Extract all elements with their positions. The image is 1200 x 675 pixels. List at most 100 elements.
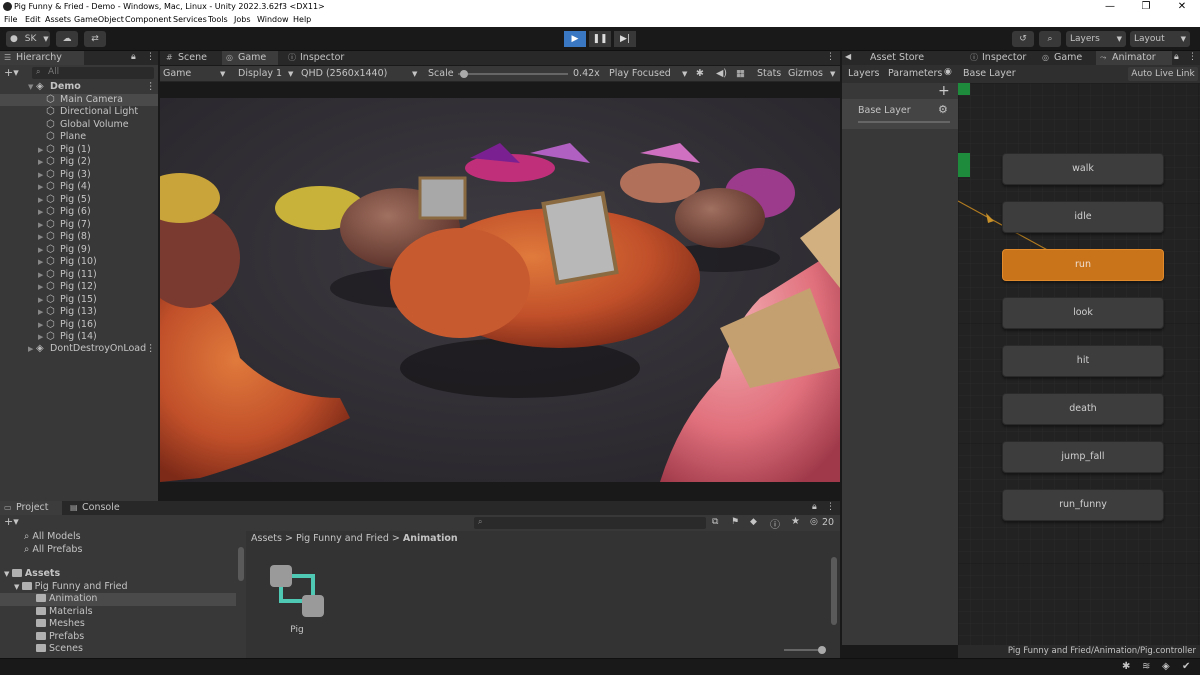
eye-icon[interactable]: ◉ [944, 67, 952, 77]
project-search-input[interactable]: ⌕ [474, 517, 706, 529]
more-icon[interactable]: ⋮ [146, 52, 155, 62]
state-walk[interactable]: walk [1002, 153, 1164, 185]
close-button[interactable]: ✕ [1164, 0, 1200, 14]
expand-arrow-icon[interactable]: ▶ [38, 181, 43, 194]
database-icon[interactable]: ≋ [1142, 661, 1150, 672]
expand-arrow-icon[interactable]: ▼ [28, 81, 33, 94]
collab-icon[interactable]: ⇄ [84, 31, 106, 47]
search-icon[interactable]: ⌕ [1039, 31, 1061, 47]
expand-arrow-icon[interactable]: ▶ [38, 231, 43, 244]
animator-breadcrumb[interactable]: Base Layer [963, 68, 1016, 79]
more-icon[interactable]: ⋮ [146, 343, 156, 356]
animator-parameters-tab[interactable]: Parameters [888, 68, 942, 79]
menu-assets[interactable]: Assets [45, 15, 71, 24]
hierarchy-item[interactable]: ▶ ⬡ Pig (1) [0, 144, 158, 157]
maximize-button[interactable]: ❐ [1128, 0, 1164, 14]
tab-hierarchy[interactable]: ☰ Hierarchy [0, 51, 84, 65]
game-viewport[interactable] [160, 98, 840, 482]
bug-icon[interactable]: ✱ [1122, 661, 1130, 672]
state-run[interactable]: run [1002, 249, 1164, 281]
tab-game-2[interactable]: ◎ Game [1038, 51, 1094, 65]
cloud-icon[interactable]: ☁ [56, 31, 78, 47]
tab-game[interactable]: ◎ Game [222, 51, 278, 65]
layers-dropdown[interactable]: Layers ▼ [1066, 31, 1126, 47]
expand-arrow-icon[interactable]: ▶ [38, 169, 43, 182]
expand-arrow-icon[interactable]: ▶ [38, 144, 43, 157]
hierarchy-item[interactable]: ▶ ⬡ Pig (15) [0, 294, 158, 307]
breadcrumb-animation[interactable]: Animation [403, 533, 458, 544]
tab-scene[interactable]: # Scene [162, 51, 220, 65]
filter-type-icon[interactable]: ⧉ [712, 517, 718, 527]
expand-arrow-icon[interactable]: ▶ [38, 206, 43, 219]
tag-icon[interactable]: ◆ [750, 517, 757, 527]
state-death[interactable]: death [1002, 393, 1164, 425]
asset-pig-controller[interactable]: Pig [266, 561, 328, 635]
display-dropdown[interactable]: Display 1 [238, 68, 282, 79]
check-icon[interactable]: ✔ [1182, 661, 1190, 672]
expand-arrow-icon[interactable]: ▶ [38, 194, 43, 207]
tree-materials[interactable]: Materials [36, 606, 93, 619]
hierarchy-item[interactable]: ▶ ⬡ Pig (2) [0, 156, 158, 169]
breadcrumb-pig-funny[interactable]: Pig Funny and Fried [296, 533, 389, 544]
stats-button[interactable]: Stats [757, 68, 781, 79]
more-icon[interactable]: ⋮ [826, 502, 835, 512]
hierarchy-item[interactable]: ⬡ Directional Light [0, 106, 158, 119]
expand-arrow-icon[interactable]: ▼ [4, 570, 12, 578]
expand-arrow-icon[interactable]: ▶ [38, 156, 43, 169]
favorite-all-prefabs[interactable]: ⌕ All Prefabs [24, 544, 82, 557]
hierarchy-item[interactable]: ⬡ Main Camera [0, 93, 158, 106]
asset-scrollbar[interactable] [831, 557, 837, 625]
add-icon[interactable]: +▾ [4, 66, 19, 79]
hierarchy-item[interactable]: ▶ ⬡ Pig (9) [0, 244, 158, 257]
visibility-icon[interactable]: ◎ [810, 517, 818, 527]
state-hit[interactable]: hit [1002, 345, 1164, 377]
minimize-button[interactable]: — [1092, 0, 1128, 14]
hierarchy-item[interactable]: ▶ ⬡ Pig (10) [0, 256, 158, 269]
more-icon[interactable]: ⋮ [1188, 52, 1197, 62]
menu-gameobject[interactable]: GameObject [74, 15, 124, 24]
expand-arrow-icon[interactable]: ▶ [28, 343, 33, 356]
history-icon[interactable]: ↺ [1012, 31, 1034, 47]
menu-help[interactable]: Help [293, 15, 311, 24]
expand-arrow-icon[interactable]: ▶ [38, 269, 43, 282]
hierarchy-dontdestroy-row[interactable]: ▶ ◈ DontDestroyOnLoad ⋮ [0, 343, 158, 356]
favorite-all-models[interactable]: ⌕ All Models [24, 531, 81, 544]
hierarchy-item[interactable]: ▶ ⬡ Pig (6) [0, 206, 158, 219]
any-state-node[interactable] [958, 83, 970, 95]
menu-tools[interactable]: Tools [208, 15, 228, 24]
hierarchy-item[interactable]: ▶ ⬡ Pig (5) [0, 194, 158, 207]
shortcuts-icon[interactable]: ▦ [736, 68, 745, 79]
entry-node[interactable] [958, 153, 970, 177]
hierarchy-item[interactable]: ▶ ⬡ Pig (4) [0, 181, 158, 194]
tree-animation[interactable]: Animation [0, 593, 236, 606]
scroll-left-icon[interactable]: ◀ [845, 52, 851, 61]
gizmos-button[interactable]: Gizmos [788, 68, 823, 79]
state-look[interactable]: look [1002, 297, 1164, 329]
tree-assets[interactable]: ▼ Assets [4, 568, 60, 581]
step-button[interactable]: ▶| [614, 31, 636, 47]
tree-prefabs[interactable]: Prefabs [36, 631, 84, 644]
expand-arrow-icon[interactable]: ▶ [38, 219, 43, 232]
more-icon[interactable]: ⋮ [826, 52, 835, 62]
scale-slider[interactable] [458, 70, 568, 78]
tab-asset-store-validator[interactable]: Asset Store Validator [854, 51, 964, 77]
breadcrumb-assets[interactable]: Assets [251, 533, 282, 544]
animator-layers-tab[interactable]: Layers [848, 68, 879, 79]
hierarchy-scene-row[interactable]: ▼ ◈ Demo ⋮ [0, 81, 158, 94]
tab-console[interactable]: ▤ Console [66, 501, 128, 515]
hierarchy-item[interactable]: ▶ ⬡ Pig (7) [0, 219, 158, 232]
gear-icon[interactable]: ⚙ [938, 103, 948, 116]
menu-component[interactable]: Component [125, 15, 171, 24]
menu-edit[interactable]: Edit [25, 15, 41, 24]
expand-arrow-icon[interactable]: ▶ [38, 306, 43, 319]
hierarchy-item[interactable]: ▶ ⬡ Pig (11) [0, 269, 158, 282]
hierarchy-item[interactable]: ▶ ⬡ Pig (3) [0, 169, 158, 182]
tab-animator[interactable]: ⤳ Animator [1096, 51, 1172, 65]
hierarchy-search-input[interactable]: ⌕ All [32, 67, 154, 79]
warning-icon[interactable]: ⓘ [770, 516, 780, 531]
hierarchy-item[interactable]: ▶ ⬡ Pig (13) [0, 306, 158, 319]
tab-inspector-2[interactable]: ⓘ Inspector [966, 51, 1036, 65]
game-mode-dropdown[interactable]: Game [163, 68, 191, 79]
state-jump-fall[interactable]: jump_fall [1002, 441, 1164, 473]
pause-button[interactable]: ❚❚ [589, 31, 611, 47]
